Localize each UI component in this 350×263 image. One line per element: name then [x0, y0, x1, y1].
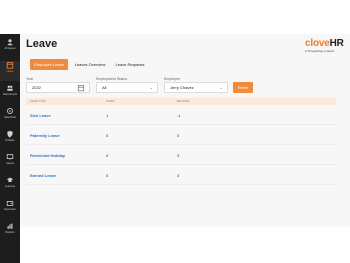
leave-type-link[interactable]: Paternity Leave — [30, 133, 60, 138]
user-icon — [7, 39, 13, 46]
sidebar-item-label: Assets — [6, 162, 14, 165]
sidebar-item-reports[interactable]: Reports — [0, 222, 20, 242]
sidebar-item-label: Recruitment — [3, 93, 17, 96]
main-content: Leave cloveHR a Thoughtzgo product Emplo… — [20, 34, 350, 227]
year-field[interactable]: 2022 — [26, 82, 90, 93]
logo-main-text: clove — [305, 38, 330, 49]
headset-icon — [7, 108, 13, 114]
logo-accent-text: HR — [329, 38, 344, 49]
page-title: Leave — [26, 38, 58, 50]
taken-value: 0 — [106, 173, 109, 178]
column-header-taken: Taken — [106, 100, 115, 103]
sidebar-item-expenses[interactable]: Expenses — [0, 199, 20, 219]
balance-value: -1 — [177, 113, 181, 118]
balance-value: 3 — [177, 153, 180, 158]
leave-type-link[interactable]: Sick Leave — [30, 113, 51, 118]
chevron-down-icon: ⌄ — [149, 85, 153, 90]
sidebar-item-leave[interactable]: Leave — [0, 61, 20, 81]
table-header: Leave Type Taken Balance — [26, 98, 336, 105]
wallet-icon — [6, 201, 14, 206]
employment-status-label: Employment Status — [96, 77, 128, 81]
calendar-icon — [6, 62, 14, 69]
taken-value: 0 — [106, 133, 109, 138]
sidebar-item-label: Learning — [4, 185, 16, 188]
sidebar-item-assets[interactable]: Assets — [0, 153, 20, 173]
column-header-balance: Balance — [177, 100, 190, 103]
sidebar-item-label: Expenses — [4, 208, 16, 211]
sidebar: All Issues Leave Recruitment Help Desk P… — [0, 34, 20, 263]
app-window: All Issues Leave Recruitment Help Desk P… — [0, 0, 350, 263]
sidebar-item-label: All Issues — [4, 47, 16, 50]
year-value: 2022 — [32, 85, 41, 90]
table-row: Paternity Leave 0 0 — [26, 125, 336, 145]
table-row: Earned Leave 0 3 — [26, 165, 336, 185]
year-label: Year — [26, 77, 34, 81]
logo-tagline: a Thoughtzgo product — [305, 49, 335, 53]
brand-logo: cloveHR a Thoughtzgo product — [305, 38, 345, 54]
balance-value: 3 — [177, 173, 180, 178]
monitor-icon — [6, 154, 14, 160]
taken-value: 1 — [106, 113, 109, 118]
employment-status-value: All — [102, 85, 107, 90]
people-icon — [7, 85, 13, 91]
reset-button[interactable]: Reset — [233, 82, 253, 93]
sidebar-item-recruitment[interactable]: Recruitment — [0, 84, 20, 104]
employee-label: Employee — [164, 77, 180, 81]
sidebar-item-label: Help Desk — [4, 116, 16, 119]
sidebar-item-help-desk[interactable]: Help Desk — [0, 107, 20, 127]
employee-value: Jerry Chavez — [170, 85, 194, 90]
tab-employee-leave[interactable]: Employee Leave — [30, 59, 68, 70]
table-row: Sick Leave 1 -1 — [26, 105, 336, 125]
column-header-leave-type: Leave Type — [30, 100, 46, 103]
chart-icon — [7, 223, 13, 229]
sidebar-item-label: Policies — [5, 139, 15, 142]
sidebar-item-label: Leave — [6, 70, 14, 73]
sidebar-item-policies[interactable]: Policies — [0, 130, 20, 150]
sidebar-item-learning[interactable]: Learning — [0, 176, 20, 196]
sidebar-item-all-issues[interactable]: All Issues — [0, 38, 20, 58]
employee-select[interactable]: Jerry Chavez ⌄ — [164, 82, 228, 93]
shield-icon — [7, 130, 13, 138]
tab-leaves-overview[interactable]: Leaves Overview — [71, 59, 109, 70]
tab-leave-requests[interactable]: Leave Requests — [111, 59, 149, 70]
calendar-picker-icon[interactable] — [77, 84, 85, 92]
leave-type-link[interactable]: Earned Leave — [30, 173, 56, 178]
taken-value: 0 — [106, 153, 109, 158]
table-row: Restricted Holiday 0 3 — [26, 145, 336, 165]
sidebar-item-label: Reports — [5, 231, 15, 234]
employment-status-select[interactable]: All ⌄ — [96, 82, 158, 93]
leave-type-link[interactable]: Restricted Holiday — [30, 153, 65, 158]
balance-value: 0 — [177, 133, 180, 138]
chevron-down-icon: ⌄ — [219, 85, 223, 90]
graduation-icon — [6, 177, 14, 182]
